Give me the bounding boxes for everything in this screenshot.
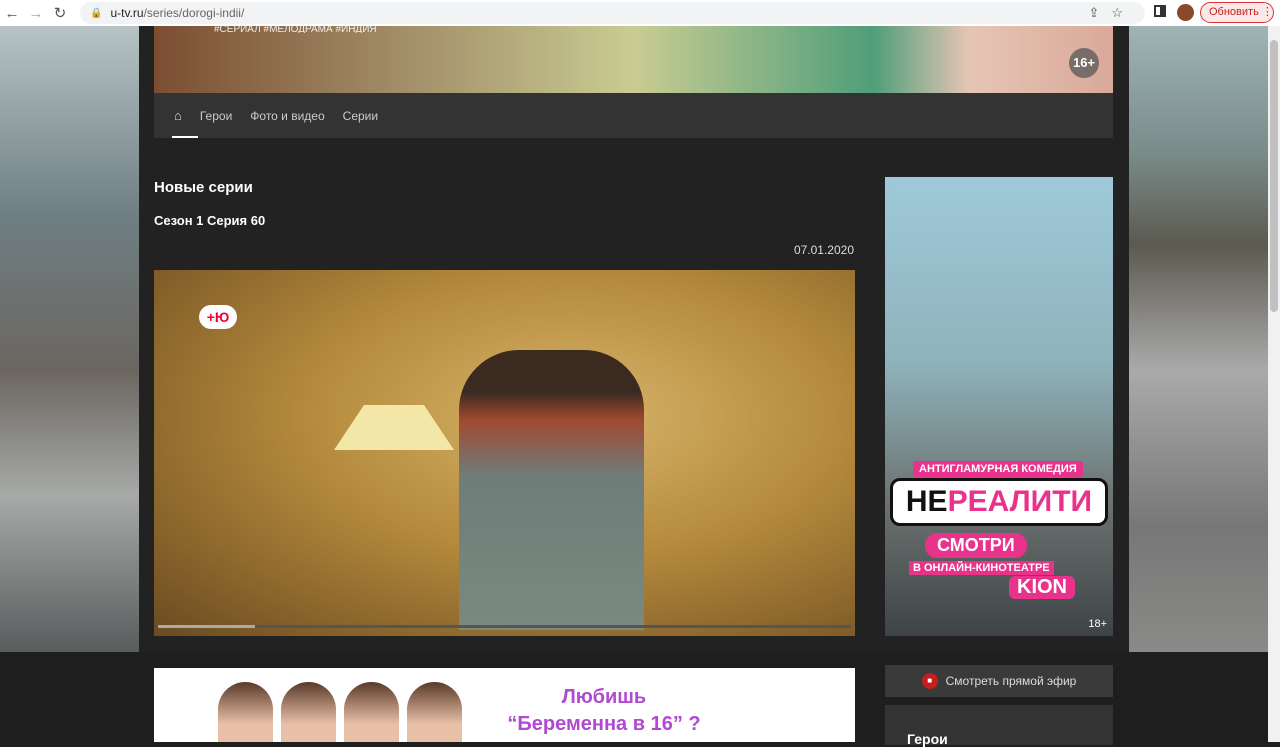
ad-banner[interactable]: АНТИГЛАМУРНАЯ КОМЕДИЯ НЕРЕАЛИТИ СМОТРИ В… (885, 177, 1113, 636)
star-icon[interactable]: ☆ (1111, 5, 1135, 20)
ad-age: 18+ (1088, 618, 1107, 630)
ad-sub: В ОНЛАЙН-КИНОТЕАТРЕ (909, 561, 1054, 575)
episode-title[interactable]: Сезон 1 Серия 60 (154, 213, 265, 228)
home-icon[interactable]: ⌂ (172, 108, 198, 138)
scrollbar[interactable] (1268, 26, 1280, 742)
channel-logo: +Ю (199, 305, 237, 329)
ad-cta: СМОТРИ (925, 533, 1027, 558)
background-right (1129, 26, 1269, 652)
video-player[interactable]: +Ю (154, 270, 855, 636)
promo-line2: “Беременна в 16” ? (507, 713, 701, 735)
background-left (0, 26, 139, 652)
heroes-title: Герои (907, 731, 948, 747)
ad-title: НЕРЕАЛИТИ (890, 478, 1108, 526)
series-tags: #СЕРИАЛ #МЕЛОДРАМА #ИНДИЯ (214, 26, 377, 33)
avatar[interactable] (1177, 4, 1194, 21)
heroes-card: Герои (885, 705, 1113, 747)
tab-photo-video[interactable]: Фото и видео (250, 109, 324, 123)
series-banner (154, 26, 1113, 93)
address-bar[interactable]: 🔒 u-tv.ru/series/dorogi-indii/ ⇪☆ (80, 2, 1145, 24)
side-panel-icon[interactable] (1154, 5, 1166, 17)
promo-banner[interactable]: Любишь “Беременна в 16” ? (154, 668, 855, 742)
reload-icon[interactable]: ↻ (48, 4, 72, 22)
age-rating-badge: 16+ (1069, 48, 1099, 78)
back-icon[interactable]: ← (0, 5, 24, 22)
series-nav: ⌂ Герои Фото и видео Серии (154, 93, 1113, 138)
ad-brand: KION (1009, 576, 1075, 599)
watch-live-button[interactable]: ■ Смотреть прямой эфир (885, 665, 1113, 697)
section-title: Новые серии (154, 179, 253, 196)
camera-icon: ■ (921, 673, 938, 689)
update-button[interactable]: Обновить ⋮ (1200, 2, 1274, 23)
tab-episodes[interactable]: Серии (343, 109, 378, 123)
url-host: u-tv.ru (110, 6, 144, 20)
tab-heroes[interactable]: Герои (200, 109, 232, 123)
promo-line1: Любишь (561, 686, 647, 708)
share-icon[interactable]: ⇪ (1088, 5, 1111, 20)
url-path: /series/dorogi-indii/ (143, 6, 245, 20)
browser-toolbar: ← → ↻ 🔒 u-tv.ru/series/dorogi-indii/ ⇪☆ … (0, 0, 1280, 26)
episode-date: 07.01.2020 (793, 243, 854, 257)
ad-tagline: АНТИГЛАМУРНАЯ КОМЕДИЯ (913, 461, 1083, 477)
forward-icon[interactable]: → (24, 5, 48, 22)
video-progress[interactable] (158, 625, 851, 628)
lock-icon: 🔒 (90, 7, 103, 19)
